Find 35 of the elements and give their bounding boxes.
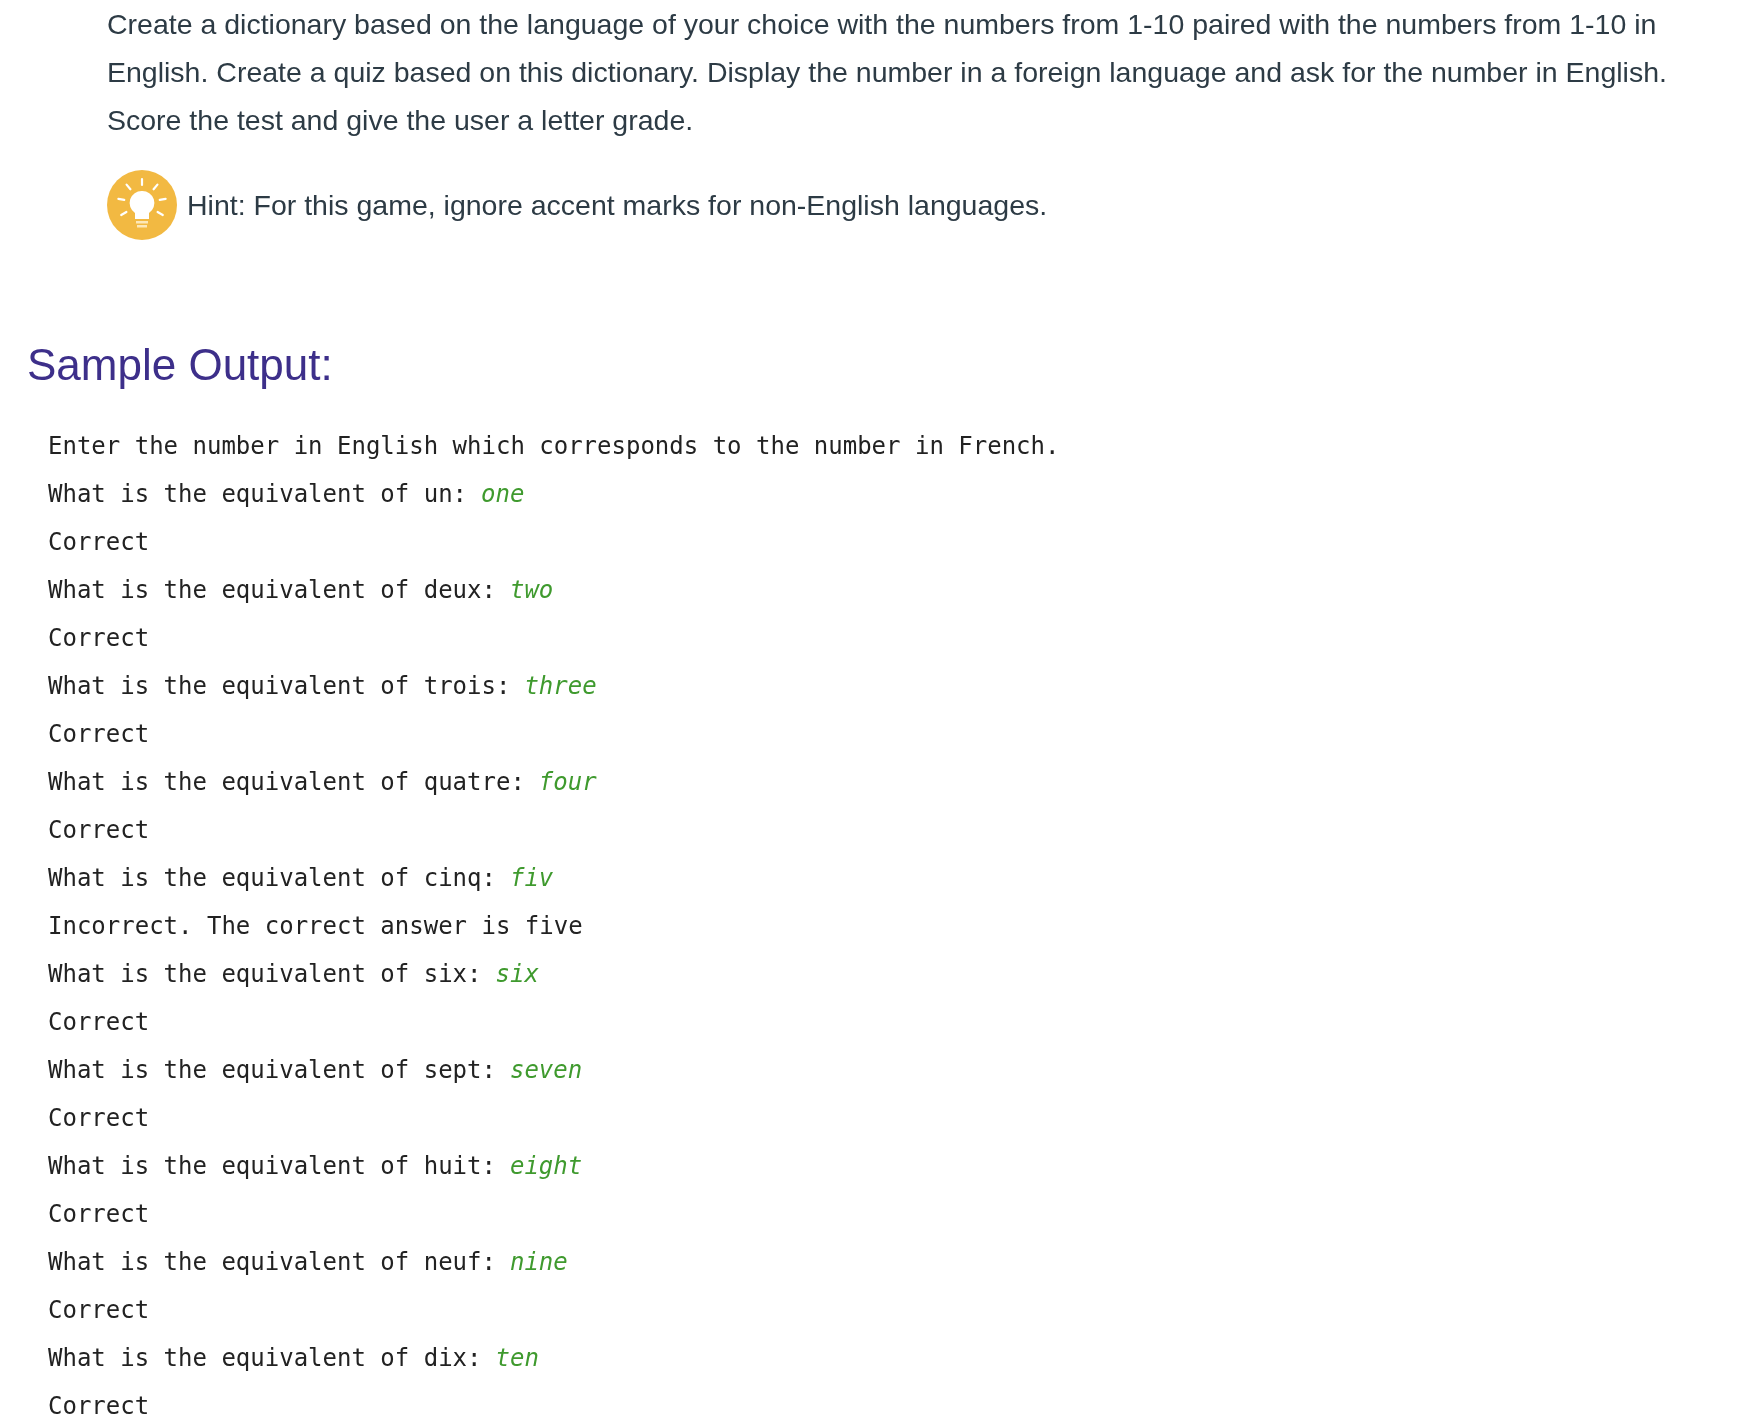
output-prompt: What is the equivalent of trois: bbox=[48, 671, 511, 702]
output-line: Correct bbox=[48, 815, 150, 846]
user-answer: two bbox=[509, 575, 554, 606]
output-prompt: What is the equivalent of six: bbox=[48, 959, 482, 990]
instructions-text: Create a dictionary based on the language of your choice with the numbers from 1-10 paired with the numbers from 1-10 in English. Create a quiz based on this dictionary. Display the number in a foreign language and ask for the number in English. Score the test and give the user a letter grade. bbox=[107, 7, 1668, 138]
output-line: Correct bbox=[48, 527, 150, 558]
output-prompt: What is the equivalent of huit: bbox=[48, 1151, 496, 1182]
output-line: Correct bbox=[48, 1199, 150, 1230]
output-line: Incorrect. The correct answer is five bbox=[48, 911, 583, 942]
user-answer: four bbox=[538, 767, 597, 798]
user-answer: nine bbox=[509, 1247, 568, 1278]
output-line: Correct bbox=[48, 1391, 150, 1422]
output-line: Correct bbox=[48, 623, 150, 654]
output-line: Correct bbox=[48, 1103, 150, 1134]
section-heading: Sample Output: bbox=[27, 340, 334, 390]
output-prompt: What is the equivalent of cinq: bbox=[48, 863, 496, 894]
user-answer: eight bbox=[509, 1151, 583, 1182]
output-prompt: What is the equivalent of quatre: bbox=[48, 767, 525, 798]
user-answer: three bbox=[524, 671, 597, 702]
user-answer: seven bbox=[509, 1055, 583, 1086]
hint-text: Hint: For this game, ignore accent marks for non-English languages. bbox=[187, 188, 1048, 222]
output-line: Enter the number in English which corresponds to the number in French. bbox=[48, 431, 1060, 462]
user-answer: one bbox=[481, 479, 525, 510]
output-line: Correct bbox=[48, 719, 150, 750]
output-line: Correct bbox=[48, 1295, 150, 1326]
user-answer: six bbox=[495, 959, 539, 990]
output-prompt: What is the equivalent of un: bbox=[48, 479, 468, 510]
output-line: Correct bbox=[48, 1007, 150, 1038]
output-prompt: What is the equivalent of sept: bbox=[48, 1055, 496, 1086]
output-prompt: What is the equivalent of dix: bbox=[48, 1343, 482, 1374]
user-answer: ten bbox=[495, 1343, 539, 1374]
lightbulb-icon bbox=[107, 170, 177, 240]
output-prompt: What is the equivalent of neuf: bbox=[48, 1247, 496, 1278]
user-answer: fiv bbox=[509, 863, 554, 894]
output-prompt: What is the equivalent of deux: bbox=[48, 575, 496, 606]
